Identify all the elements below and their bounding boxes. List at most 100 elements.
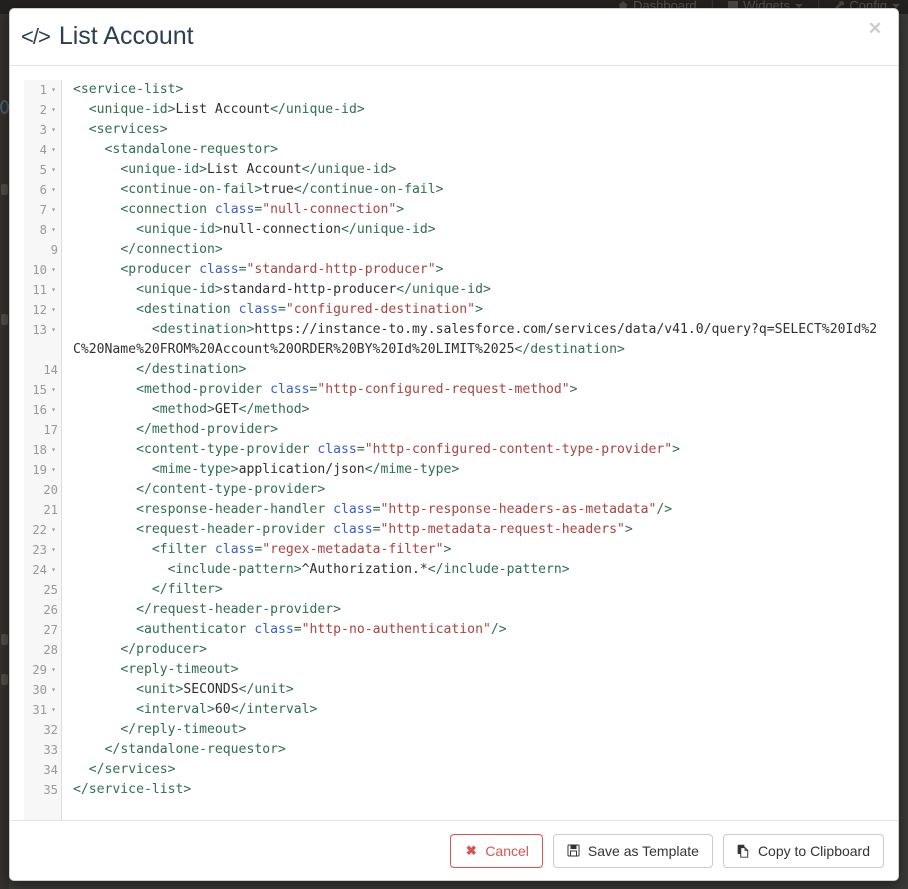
line-number[interactable]: 29 ▾ (24, 660, 61, 680)
line-number[interactable]: 23 ▾ (24, 540, 61, 560)
line-number[interactable]: 19 ▾ (24, 460, 61, 480)
fold-arrow-icon[interactable]: ▾ (49, 200, 58, 220)
code-token-tag: <destination (136, 302, 239, 317)
fold-arrow-icon[interactable]: ▾ (49, 380, 58, 400)
line-number[interactable]: 24 ▾ (24, 560, 61, 580)
code-line: <filter class="regex-metadata-filter"> (73, 540, 884, 560)
code-token-tag: </method> (238, 402, 310, 417)
modal-header: </> List Account ✕ (10, 9, 898, 66)
code-token-attr: class (199, 262, 239, 277)
line-number[interactable]: 30 ▾ (24, 680, 61, 700)
line-number[interactable]: 11 ▾ (24, 280, 61, 300)
line-number[interactable]: 9 (24, 240, 61, 260)
code-token-tag: > (475, 302, 483, 317)
code-token-tag: <standalone-requestor> (104, 142, 278, 157)
fold-arrow-icon[interactable]: ▾ (49, 220, 58, 240)
fold-arrow-icon[interactable]: ▾ (49, 680, 58, 700)
save-as-template-button[interactable]: Save as Template (552, 833, 713, 868)
code-token-tag: <reply-timeout> (120, 662, 239, 677)
line-number[interactable]: 2 ▾ (24, 100, 61, 120)
fold-arrow-icon[interactable]: ▾ (49, 280, 58, 300)
code-line: </connection> (73, 240, 884, 260)
copy-to-clipboard-button[interactable]: Copy to Clipboard (722, 833, 884, 868)
background-rail-blip (1, 314, 8, 325)
line-number[interactable]: 31 ▾ (24, 700, 61, 720)
line-number[interactable]: 6 ▾ (24, 180, 61, 200)
editor-line-number-gutter[interactable]: 1 ▾ 2 ▾ 3 ▾ 4 ▾ 5 ▾ 6 ▾ 7 ▾ 8 ▾ 9 10 ▾ 11 ▾ 12 ▾ 13 ▾ 14 15 ▾ 16 ▾ 17 1… (24, 80, 62, 820)
line-number[interactable]: 20 (24, 480, 61, 500)
code-token-tag: <request-header-provider (136, 522, 334, 537)
line-number[interactable]: 3 ▾ (24, 120, 61, 140)
cancel-button[interactable]: ✖ Cancel (450, 833, 543, 868)
fold-arrow-icon[interactable]: ▾ (49, 160, 58, 180)
code-line: </request-header-provider> (73, 600, 884, 620)
line-number[interactable]: 26 (24, 600, 61, 620)
code-line: <method>GET</method> (73, 400, 884, 420)
code-token-tag: </service-list> (73, 782, 192, 797)
code-token-tag: <service-list> (73, 82, 184, 97)
line-number[interactable]: 28 (24, 640, 61, 660)
line-number[interactable]: 7 ▾ (24, 200, 61, 220)
line-number[interactable]: 34 (24, 760, 61, 780)
code-line: <interval>60</interval> (73, 700, 884, 720)
code-token-str: "configured-destination" (285, 302, 476, 317)
fold-arrow-icon[interactable]: ▾ (49, 260, 58, 280)
code-token-tag: </standalone-requestor> (104, 742, 286, 757)
code-token-txt: 60 (214, 702, 231, 717)
line-number[interactable]: 4 ▾ (24, 140, 61, 160)
code-token-str: "null-connection" (262, 202, 397, 217)
code-token-tag: <services> (88, 122, 168, 137)
code-token-tag: <unique-id> (88, 102, 176, 117)
code-token-tag: <producer (120, 262, 200, 277)
fold-arrow-icon[interactable]: ▾ (49, 700, 58, 720)
fold-arrow-icon[interactable]: ▾ (49, 120, 58, 140)
line-number[interactable]: 32 (24, 720, 61, 740)
chevron-down-icon (892, 3, 900, 8)
fold-arrow-icon[interactable]: ▾ (49, 440, 58, 460)
fold-arrow-icon[interactable]: ▾ (49, 300, 58, 320)
code-line: <unique-id>null-connection</unique-id> (73, 220, 884, 240)
code-token-tag: </unique-id> (396, 282, 491, 297)
line-number[interactable]: 16 ▾ (24, 400, 61, 420)
line-number[interactable]: 8 ▾ (24, 220, 61, 240)
line-number[interactable]: 21 (24, 500, 61, 520)
copy-to-clipboard-label: Copy to Clipboard (757, 842, 870, 859)
fold-arrow-icon[interactable]: ▾ (49, 80, 58, 100)
code-line: </content-type-provider> (73, 480, 884, 500)
fold-arrow-icon[interactable]: ▾ (49, 520, 58, 540)
fold-arrow-icon[interactable]: ▾ (49, 540, 58, 560)
fold-arrow-icon[interactable]: ▾ (49, 660, 58, 680)
code-line: <producer class="standard-http-producer"… (73, 260, 884, 280)
line-number[interactable]: 10 ▾ (24, 260, 61, 280)
line-number[interactable]: 12 ▾ (24, 300, 61, 320)
line-number[interactable]: 33 (24, 740, 61, 760)
line-number[interactable]: 5 ▾ (24, 160, 61, 180)
code-token-tag: <method-provider (136, 382, 271, 397)
code-token-attr: class (254, 622, 294, 637)
line-number[interactable]: 25 (24, 580, 61, 600)
fold-arrow-icon[interactable]: ▾ (49, 180, 58, 200)
fold-arrow-icon[interactable]: ▾ (49, 560, 58, 580)
line-number[interactable]: 14 (24, 360, 61, 380)
line-number[interactable]: 27 (24, 620, 61, 640)
code-token-txt: SECONDS (183, 682, 239, 697)
fold-arrow-icon[interactable]: ▾ (49, 460, 58, 480)
background-rail-blip (1, 634, 8, 645)
xml-code-editor[interactable]: 1 ▾ 2 ▾ 3 ▾ 4 ▾ 5 ▾ 6 ▾ 7 ▾ 8 ▾ 9 10 ▾ 11 ▾ 12 ▾ 13 ▾ 14 15 ▾ 16 ▾ 17 1… (24, 80, 884, 820)
close-icon[interactable]: ✕ (864, 18, 886, 40)
line-number[interactable]: 22 ▾ (24, 520, 61, 540)
line-number[interactable]: 1 ▾ (24, 80, 61, 100)
line-number[interactable]: 15 ▾ (24, 380, 61, 400)
line-number[interactable]: 18 ▾ (24, 440, 61, 460)
editor-code-area[interactable]: <service-list> <unique-id>List Account</… (62, 80, 884, 800)
fold-arrow-icon[interactable]: ▾ (49, 400, 58, 420)
line-number[interactable]: 35 (24, 780, 61, 800)
fold-arrow-icon[interactable]: ▾ (49, 100, 58, 120)
line-number[interactable]: 13 ▾ (24, 320, 61, 360)
code-line: </method-provider> (73, 420, 884, 440)
line-number[interactable]: 17 (24, 420, 61, 440)
code-token-tag: <unit> (136, 682, 184, 697)
fold-arrow-icon[interactable]: ▾ (49, 140, 58, 160)
fold-arrow-icon[interactable]: ▾ (49, 320, 58, 340)
code-token-tag: <unique-id> (136, 222, 223, 237)
